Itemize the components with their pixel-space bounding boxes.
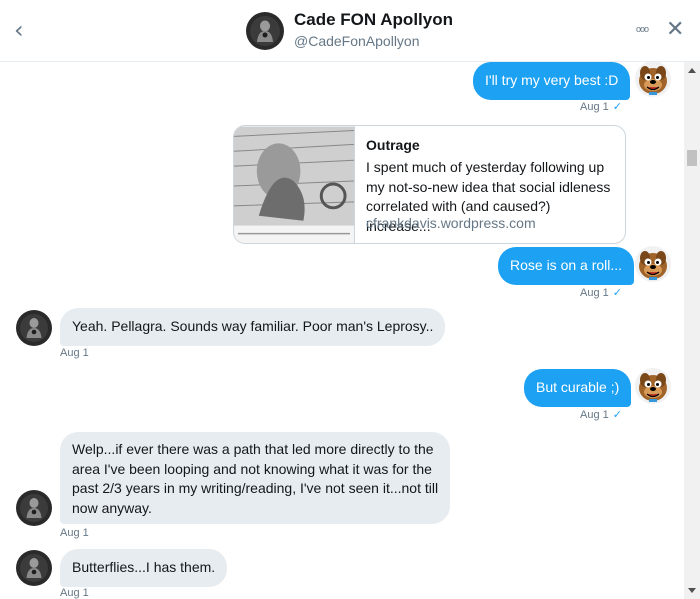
sent-message[interactable]: Rose is on a roll... bbox=[498, 247, 635, 285]
received-message[interactable]: Yeah. Pellagra. Sounds way familiar. Poo… bbox=[60, 308, 446, 346]
message-text: Rose is on a roll... bbox=[510, 257, 623, 273]
my-avatar[interactable] bbox=[635, 246, 671, 282]
message-timestamp: Aug 1 ✓ bbox=[580, 101, 622, 113]
link-preview-card[interactable]: Outrage I spent much of yesterday follow… bbox=[233, 125, 626, 244]
chevron-left-icon: ‹ bbox=[14, 16, 24, 44]
scrollbar-thumb[interactable] bbox=[687, 150, 697, 166]
message-text: Butterflies...I has them. bbox=[72, 559, 216, 575]
message-text: Yeah. Pellagra. Sounds way familiar. Poo… bbox=[72, 318, 434, 334]
message-text: I'll try my very best :D bbox=[485, 72, 619, 88]
link-card-title: Outrage bbox=[366, 137, 420, 153]
contact-handle[interactable]: @CadeFonApollyon bbox=[294, 33, 420, 49]
contact-name[interactable]: Cade FON Apollyon bbox=[294, 10, 453, 30]
scroll-down-arrow-icon[interactable] bbox=[688, 588, 696, 593]
message-timestamp: Aug 1 bbox=[60, 527, 89, 539]
read-check-icon: ✓ bbox=[612, 101, 622, 113]
back-button[interactable]: ‹ bbox=[14, 16, 38, 44]
close-icon: ✕ bbox=[666, 17, 685, 42]
message-text-line: Welp...if ever there was a path that led… bbox=[72, 441, 434, 457]
sent-message[interactable]: I'll try my very best :D bbox=[473, 62, 631, 100]
message-text-line: past 2/3 years in my writing/reading, I'… bbox=[72, 480, 439, 496]
received-message[interactable]: Butterflies...I has them. bbox=[60, 549, 228, 587]
more-options-button[interactable]: ooo bbox=[636, 24, 649, 34]
my-avatar[interactable] bbox=[635, 62, 671, 97]
my-avatar[interactable] bbox=[635, 368, 671, 404]
message-list[interactable]: I'll try my very best :D Aug 1 ✓ Outrage … bbox=[0, 62, 684, 599]
read-check-icon: ✓ bbox=[612, 287, 622, 299]
message-text: But curable ;) bbox=[536, 379, 620, 395]
message-timestamp: Aug 1 bbox=[60, 347, 89, 359]
sent-message[interactable]: But curable ;) bbox=[524, 369, 632, 407]
message-timestamp: Aug 1 ✓ bbox=[580, 409, 622, 421]
more-dots-icon: ooo bbox=[636, 24, 649, 34]
received-message[interactable]: Welp...if ever there was a path that led… bbox=[60, 432, 451, 524]
scroll-up-arrow-icon[interactable] bbox=[688, 68, 696, 73]
contact-avatar[interactable] bbox=[16, 490, 52, 526]
contact-avatar[interactable] bbox=[16, 310, 52, 346]
conversation-header: ‹ Cade FON Apollyon @CadeFonApollyon ooo… bbox=[0, 0, 700, 62]
message-timestamp: Aug 1 ✓ bbox=[580, 287, 622, 299]
link-card-url: cfrankdavis.wordpress.com bbox=[366, 215, 536, 231]
link-preview-image bbox=[234, 126, 355, 243]
message-timestamp: Aug 1 bbox=[60, 587, 89, 599]
message-text-line: now anyway. bbox=[72, 499, 152, 516]
message-text-line: area I've been looping and not knowing w… bbox=[72, 460, 432, 477]
read-check-icon: ✓ bbox=[612, 409, 622, 421]
scrollbar[interactable] bbox=[684, 62, 700, 599]
contact-avatar[interactable] bbox=[246, 12, 284, 50]
close-button[interactable]: ✕ bbox=[666, 16, 688, 44]
contact-avatar[interactable] bbox=[16, 550, 52, 586]
